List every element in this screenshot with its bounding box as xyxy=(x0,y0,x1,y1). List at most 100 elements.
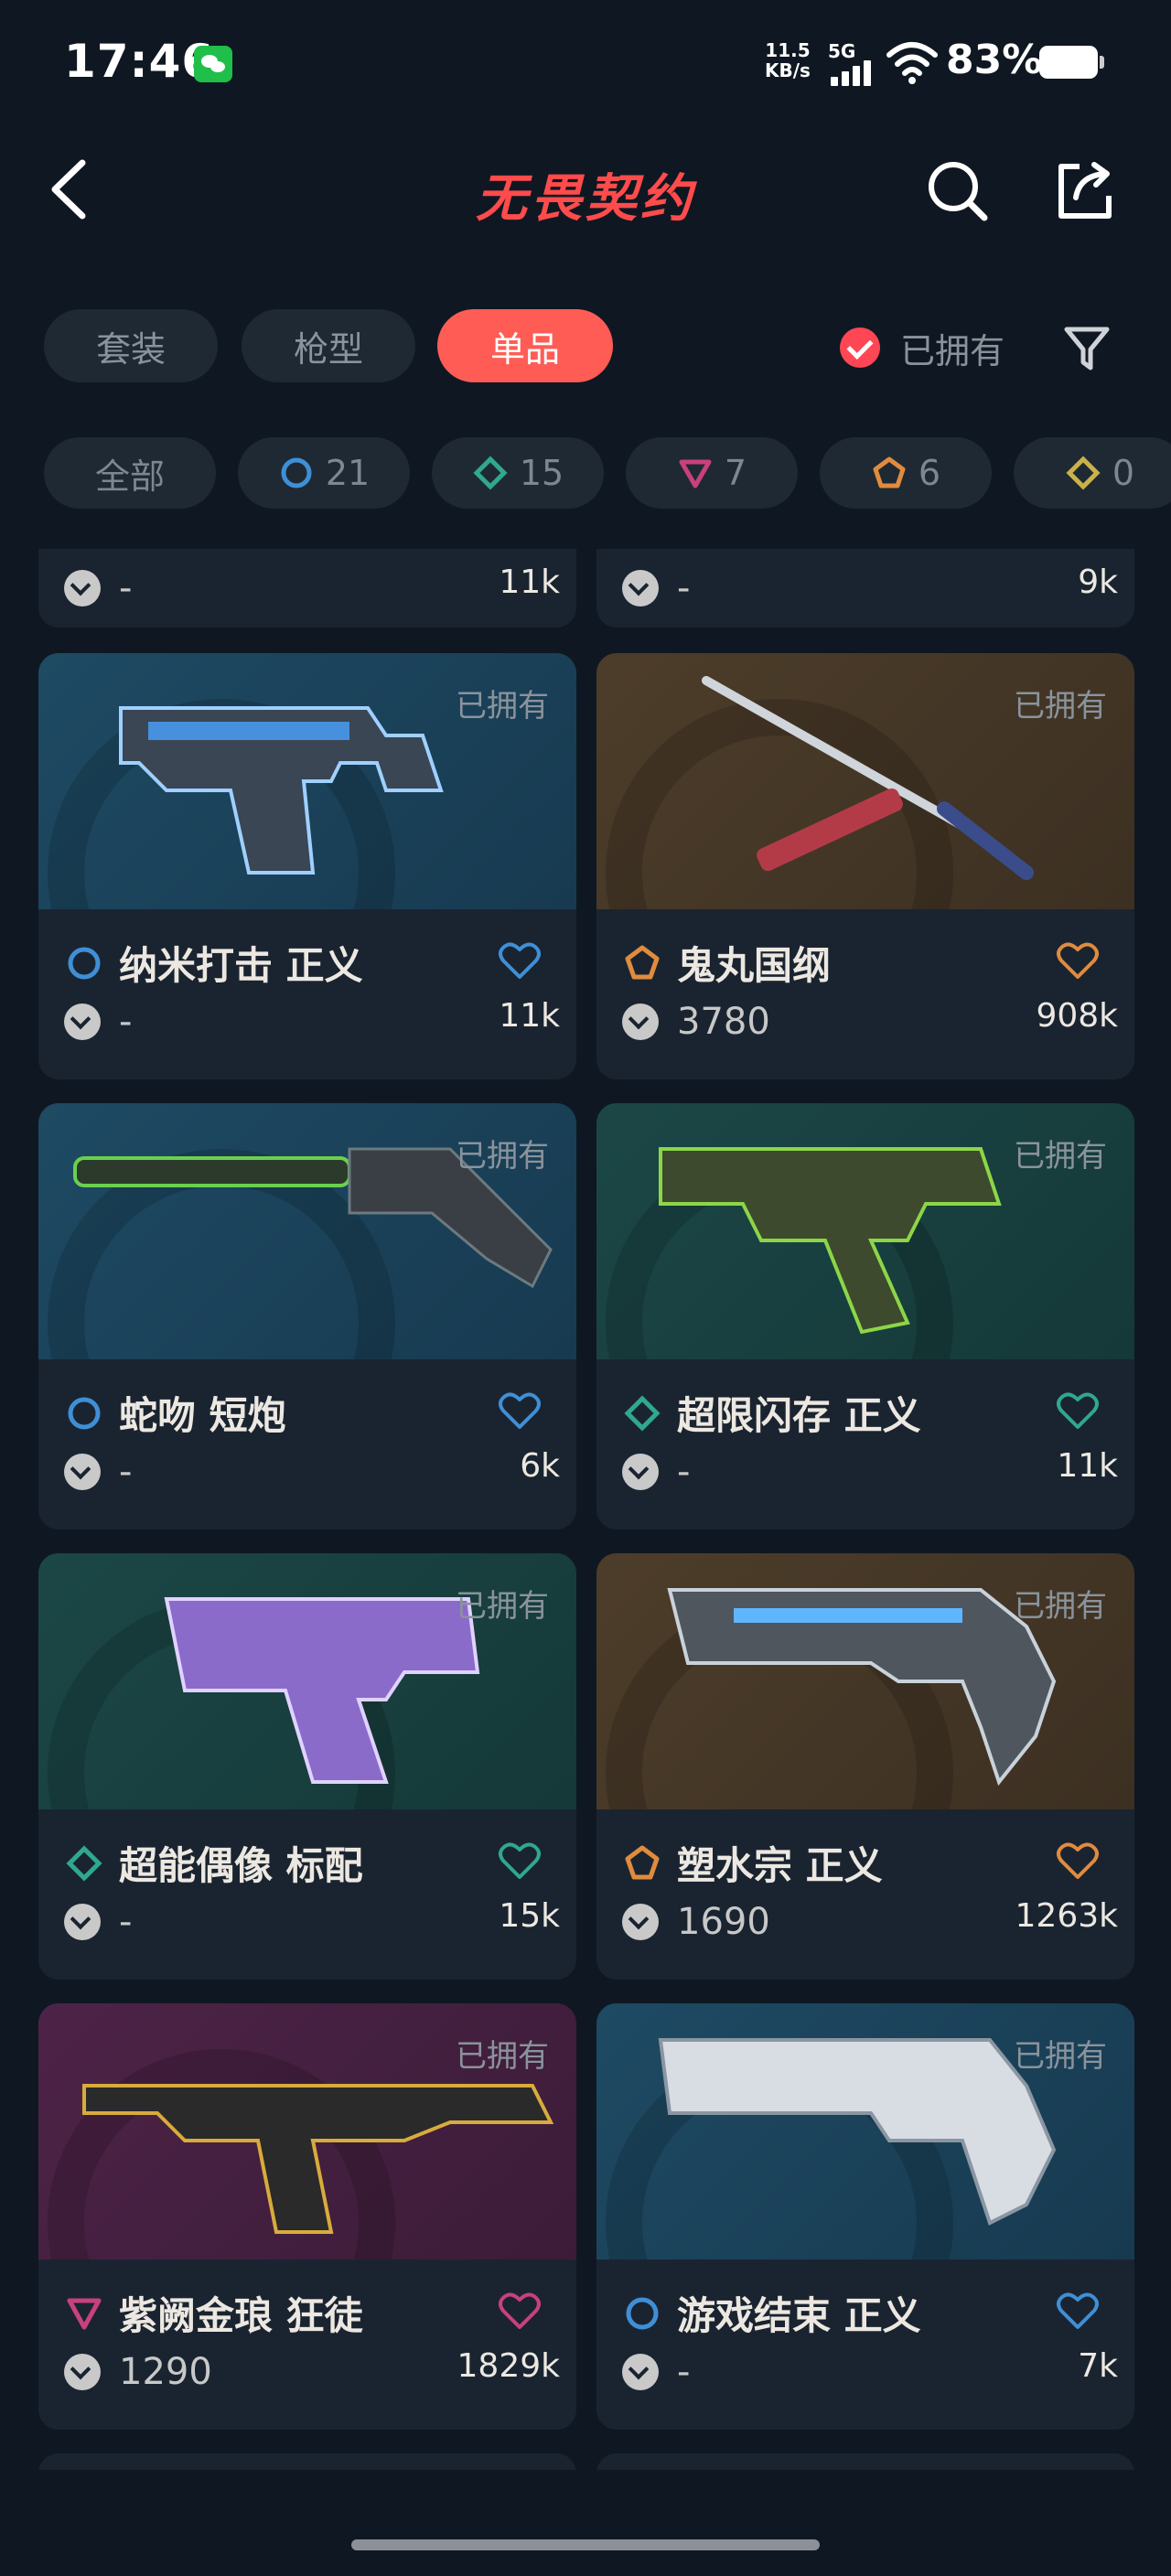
skin-artwork: 已拥有 xyxy=(596,2003,1134,2259)
skin-card[interactable] xyxy=(38,2453,576,2470)
owned-badge: 已拥有 xyxy=(456,688,549,724)
skin-card[interactable]: 已拥有 超限闪存 正义 - 11k xyxy=(596,1103,1134,1530)
skin-name: 鬼丸国纲 xyxy=(677,943,832,988)
select-tier-icon xyxy=(626,2297,659,2329)
chip-deluxe-tier[interactable]: 15 xyxy=(432,437,604,509)
heart-icon[interactable] xyxy=(498,2291,542,2331)
heart-icon[interactable] xyxy=(1056,1390,1100,1431)
skin-card[interactable]: 已拥有 紫阙金琅 狂徒 1290 1829k xyxy=(38,2003,576,2430)
signal-icon xyxy=(831,60,878,86)
owned-badge: 已拥有 xyxy=(1014,1588,1107,1625)
network-speed: 11.5 KB/s xyxy=(765,40,811,80)
like-count: 11k xyxy=(499,564,560,601)
share-icon[interactable] xyxy=(1052,157,1118,223)
skin-card[interactable]: 已拥有 蛇吻 短炮 - 6k xyxy=(38,1103,576,1530)
price-row: - xyxy=(64,1901,132,1943)
filter-icon[interactable] xyxy=(1061,322,1112,373)
chip-label: 全部 xyxy=(94,456,165,497)
deluxe-tier-icon xyxy=(624,1394,661,1432)
like-count: 1263k xyxy=(1015,1897,1118,1935)
skin-name-row: 塑水宗 正义 xyxy=(622,1835,883,1891)
heart-icon[interactable] xyxy=(1056,2291,1100,2331)
skin-artwork: 已拥有 xyxy=(596,653,1134,909)
chip-premium-tier[interactable]: 7 xyxy=(626,437,798,509)
skin-grid: -11k -9k 已拥有 纳米打击 正义 -11k 已拥有 鬼丸国纲 3780 908k 已拥有蛇… xyxy=(0,549,1171,2470)
search-icon[interactable] xyxy=(924,157,990,223)
price: - xyxy=(677,2351,691,2393)
skin-card[interactable]: - 11k xyxy=(38,549,576,628)
chip-label: 0 xyxy=(1112,453,1135,493)
price-row: - xyxy=(622,567,690,609)
owned-badge: 已拥有 xyxy=(456,2038,549,2075)
premium-tier-icon xyxy=(679,459,712,488)
skin-card[interactable]: 已拥有鬼丸国纲 3780 908k xyxy=(596,653,1134,1079)
price: 3780 xyxy=(677,1001,770,1043)
tab-weapon-types[interactable]: 枪型 xyxy=(242,309,415,382)
skin-name-row: 纳米打击 正义 xyxy=(64,935,363,991)
vp-currency-icon xyxy=(64,1454,101,1490)
heart-icon[interactable] xyxy=(1056,940,1100,981)
home-indicator[interactable] xyxy=(351,2539,820,2550)
skin-artwork: 已拥有 xyxy=(38,1103,576,1359)
exclusive-tier-icon xyxy=(625,945,660,979)
like-count: 1829k xyxy=(457,2347,560,2385)
page-title: 无畏契约 xyxy=(476,169,695,229)
price: - xyxy=(119,1901,133,1943)
skin-card[interactable]: 已拥有 超能偶像 标配 - 15k xyxy=(38,1553,576,1980)
wifi-icon xyxy=(886,42,938,84)
heart-icon[interactable] xyxy=(498,940,542,981)
vp-currency-icon xyxy=(622,1454,659,1490)
skin-card[interactable]: 已拥有塑水宗 正义 1690 1263k xyxy=(596,1553,1134,1980)
select-tier-icon xyxy=(68,1397,101,1429)
chip-label: 6 xyxy=(918,453,941,493)
price-row: - xyxy=(64,567,132,609)
skin-name-row: 蛇吻 短炮 xyxy=(64,1385,286,1441)
skin-artwork: 已拥有 xyxy=(596,1553,1134,1809)
vp-currency-icon xyxy=(622,2354,659,2390)
like-count: 11k xyxy=(499,997,560,1035)
price-row: - xyxy=(64,1451,132,1493)
tab-bundles[interactable]: 套装 xyxy=(44,309,218,382)
chip-ultra-tier[interactable]: 0 xyxy=(1014,437,1171,509)
owned-filter-toggle[interactable]: 已拥有 xyxy=(840,320,1004,375)
like-count: 908k xyxy=(1036,997,1118,1035)
clock: 17:46 xyxy=(64,35,215,88)
skin-name-row: 超能偶像 标配 xyxy=(64,1835,363,1891)
skin-name: 蛇吻 短炮 xyxy=(119,1393,286,1438)
heart-icon[interactable] xyxy=(1056,1841,1100,1881)
deluxe-tier-icon xyxy=(473,456,508,490)
heart-icon[interactable] xyxy=(498,1390,542,1431)
tab-single-items[interactable]: 单品 xyxy=(437,309,613,382)
network-speed-unit: KB/s xyxy=(765,59,811,81)
select-tier-icon xyxy=(68,947,101,979)
skin-card[interactable]: 已拥有 游戏结束 正义 - 7k xyxy=(596,2003,1134,2430)
chip-all[interactable]: 全部 xyxy=(44,437,216,509)
chip-select-tier[interactable]: 21 xyxy=(238,437,410,509)
vp-currency-icon xyxy=(64,1904,101,1940)
price: 1690 xyxy=(677,1901,770,1943)
owned-filter-label: 已拥有 xyxy=(900,330,1005,371)
exclusive-tier-icon xyxy=(625,1845,660,1879)
app-header: 无畏契约 xyxy=(0,146,1171,238)
chip-label: 7 xyxy=(724,453,747,493)
like-count: 9k xyxy=(1078,564,1118,601)
skin-card[interactable] xyxy=(596,2453,1134,2470)
vp-currency-icon xyxy=(64,2354,101,2390)
vp-currency-icon xyxy=(64,1004,101,1040)
owned-badge: 已拥有 xyxy=(1014,2038,1107,2075)
skin-artwork: 已拥有 xyxy=(38,653,576,909)
skin-card[interactable]: - 9k xyxy=(596,549,1134,628)
price: 1290 xyxy=(119,2351,212,2393)
exclusive-tier-icon xyxy=(873,456,906,488)
heart-icon[interactable] xyxy=(498,1841,542,1881)
skin-name: 超限闪存 正义 xyxy=(677,1393,921,1438)
price-row: 1690 xyxy=(622,1901,770,1943)
owned-badge: 已拥有 xyxy=(456,1138,549,1175)
vp-currency-icon xyxy=(622,1004,659,1040)
battery-icon xyxy=(1039,46,1104,79)
price: - xyxy=(119,1451,133,1493)
skin-card[interactable]: 已拥有 纳米打击 正义 - 11k xyxy=(38,653,576,1079)
chip-exclusive-tier[interactable]: 6 xyxy=(820,437,992,509)
skin-name: 游戏结束 正义 xyxy=(677,2293,921,2338)
price: - xyxy=(119,567,133,609)
